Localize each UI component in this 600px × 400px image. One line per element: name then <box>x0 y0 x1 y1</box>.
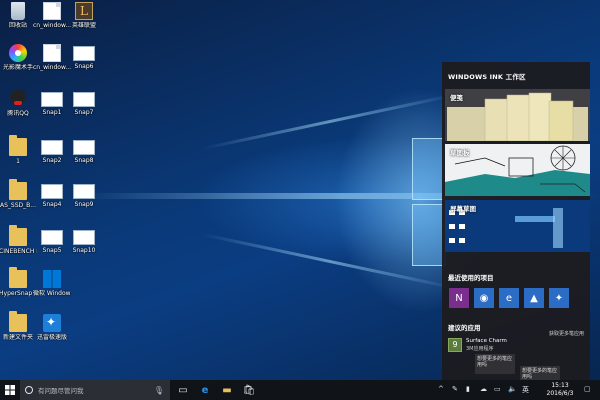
windows-icon <box>43 270 61 288</box>
sticky-notes-label: 便笺 <box>450 94 463 102</box>
input-method-indicator[interactable]: 英 <box>522 385 529 395</box>
desktop-icon-label: 光影魔术手 <box>2 64 33 71</box>
screenshot-icon <box>73 184 95 199</box>
desktop-icon-label: CINEBENCH R15 <box>0 248 37 255</box>
sketchpad-card[interactable]: 草图板 <box>445 144 590 196</box>
desktop-icon[interactable]: Snap9 <box>65 182 103 208</box>
desktop-icon[interactable]: 英雄联盟 <box>65 2 103 29</box>
network-icon[interactable]: ▮ <box>466 385 470 393</box>
desktop-icon[interactable]: 回收站 <box>0 2 37 29</box>
desktop-icon[interactable]: AS_SSD_B... <box>0 179 37 209</box>
microphone-icon[interactable]: 🎙 <box>154 386 164 395</box>
store-taskbar-icon[interactable]: 🛍 <box>242 383 256 397</box>
clock-date: 2016/6/3 <box>546 390 574 397</box>
suggested-app-item[interactable]: 9 Surface Charm 3M应用程序 获取更多笔应用 <box>448 331 588 356</box>
screenshot-icon <box>73 46 95 61</box>
suggested-app-publisher: 3M应用程序 <box>466 346 494 352</box>
screenshot-icon <box>41 230 63 245</box>
action-center-icon[interactable]: ▢ <box>584 385 591 393</box>
tips-icon[interactable]: ✦ <box>549 288 569 308</box>
desktop-icon[interactable]: 新建文件夹 <box>0 311 37 341</box>
recycle-bin-icon <box>11 2 25 20</box>
desktop-icon-label: 1 <box>16 158 20 165</box>
desktop-icon-label: 回收站 <box>8 22 27 29</box>
screenshot-icon <box>41 92 63 107</box>
sticky-notes-card[interactable]: 便笺 <box>445 89 590 141</box>
edge-icon[interactable]: e <box>499 288 519 308</box>
screenshot-icon <box>41 140 63 155</box>
desktop-icon[interactable]: Snap10 <box>65 228 103 254</box>
desktop-icon-label: 腾讯QQ <box>7 110 29 117</box>
taskbar: 有问题尽管问我 🎙 ▭ e ▬ 🛍 ^ ✎ ▮ ☁ ▭ 🔈 英 15:13 20… <box>0 380 600 400</box>
ink-panel-title: WINDOWS INK 工作区 <box>448 73 526 81</box>
folder-icon <box>9 135 27 156</box>
folder-icon <box>9 311 27 332</box>
start-button[interactable] <box>0 380 20 400</box>
desktop-icon-label: AS_SSD_B... <box>0 202 36 209</box>
desktop-icon-label: Snap9 <box>74 201 94 208</box>
xunlei-icon <box>43 314 61 332</box>
file-explorer-icon[interactable]: ▬ <box>220 383 234 397</box>
recent-items-row: N ◉ e ▲ ✦ <box>449 288 569 308</box>
sticky-notes-thumbnail <box>447 92 588 141</box>
suggested-app-name: Surface Charm <box>466 338 507 344</box>
search-placeholder: 有问题尽管问我 <box>38 387 84 395</box>
screenshot-icon <box>41 184 63 199</box>
sketchpad-label: 草图板 <box>450 149 470 157</box>
pen-workspace-icon[interactable]: ✎ <box>452 385 458 393</box>
desktop-icon[interactable]: Snap6 <box>65 44 103 70</box>
task-view-icon[interactable]: ▭ <box>176 383 190 397</box>
qq-icon <box>9 90 27 108</box>
onedrive-icon[interactable]: ☁ <box>480 385 487 393</box>
maps-icon[interactable]: ◉ <box>474 288 494 308</box>
desktop-icon[interactable]: 光影魔术手 <box>0 44 37 71</box>
folder-icon <box>9 267 27 288</box>
desktop-icon[interactable]: 1 <box>0 135 37 165</box>
neo-imaging-icon <box>9 44 27 62</box>
desktop-icon[interactable]: CINEBENCH R15 <box>0 225 37 255</box>
desktop-icon-label: Snap10 <box>72 247 96 254</box>
file-icon <box>43 2 61 20</box>
photos-icon[interactable]: ▲ <box>524 288 544 308</box>
notification-toast[interactable]: 想要更多的笔应用吗 <box>475 354 515 374</box>
folder-icon <box>9 225 27 246</box>
screen-sketch-label: 屏幕草图 <box>450 205 476 213</box>
show-hidden-icons-chevron[interactable]: ^ <box>438 385 444 393</box>
recent-items-heading: 最近使用的项目 <box>448 274 494 282</box>
file-icon <box>43 44 61 62</box>
screenshot-icon <box>73 92 95 107</box>
desktop-icon[interactable]: 腾讯QQ <box>0 90 37 117</box>
desktop-icon-label: 英雄联盟 <box>71 22 96 29</box>
desktop-icon[interactable]: 微软 Windows ... <box>33 270 71 297</box>
windows-start-icon <box>5 385 15 395</box>
get-more-pen-apps-link[interactable]: 获取更多笔应用 <box>549 330 584 337</box>
battery-icon[interactable]: ▭ <box>494 385 501 393</box>
desktop-icon-label: 微软 Windows ... <box>33 290 71 297</box>
suggested-app-tile: 9 <box>448 338 462 352</box>
league-game-icon <box>75 2 93 20</box>
desktop-icon-label: Snap7 <box>74 109 94 116</box>
folder-icon <box>9 179 27 200</box>
volume-icon[interactable]: 🔈 <box>508 385 517 393</box>
screenshot-icon <box>73 140 95 155</box>
onenote-icon[interactable]: N <box>449 288 469 308</box>
desktop-icon-label: Snap6 <box>74 63 94 70</box>
desktop-icon-label: Snap8 <box>74 157 94 164</box>
screenshot-icon <box>73 230 95 245</box>
screen-sketch-card[interactable]: 屏幕草图 <box>445 200 590 252</box>
cortana-search-box[interactable]: 有问题尽管问我 🎙 <box>20 380 170 400</box>
desktop-icon-label: 迅雷极速版 <box>36 334 67 341</box>
desktop-icon[interactable]: 迅雷极速版 <box>33 314 71 341</box>
windows-ink-workspace-panel: WINDOWS INK 工作区 便笺 草图板 屏幕草图 最近使用的项目 N ◉ … <box>442 62 590 380</box>
desktop-icon-label: 新建文件夹 <box>2 334 33 341</box>
desktop-icon[interactable]: Snap8 <box>65 138 103 164</box>
desktop-icon-label: HyperSnap 6 <box>0 290 37 297</box>
taskbar-clock[interactable]: 15:13 2016/6/3 <box>540 382 580 398</box>
edge-taskbar-icon[interactable]: e <box>198 383 212 397</box>
desktop-icon[interactable]: Snap7 <box>65 90 103 116</box>
clock-time: 15:13 <box>551 382 569 389</box>
cortana-circle-icon <box>25 386 33 394</box>
desktop-icon[interactable]: HyperSnap 6 <box>0 267 37 297</box>
suggested-apps-heading: 建议的应用 <box>448 324 481 332</box>
